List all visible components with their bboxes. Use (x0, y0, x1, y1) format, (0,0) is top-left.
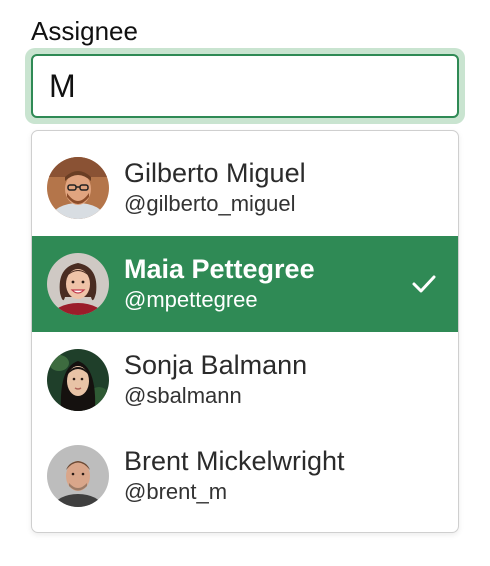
option-handle: @mpettegree (124, 287, 258, 312)
avatar (47, 157, 109, 219)
assignee-search-input[interactable] (33, 56, 457, 116)
option-name: Sonja Balmann (124, 350, 308, 380)
avatar (47, 445, 109, 507)
avatar (47, 253, 109, 315)
assignee-label: Assignee (31, 16, 138, 46)
option-sonja-balmann[interactable]: Sonja Balmann @sbalmann (32, 332, 458, 428)
option-handle: @sbalmann (124, 383, 242, 408)
option-handle: @gilberto_miguel (124, 191, 296, 216)
option-gilberto-miguel[interactable]: Gilberto Miguel @gilberto_miguel (32, 140, 458, 236)
option-brent-mickelwright[interactable]: Brent Mickelwright @brent_m (32, 428, 458, 524)
option-name: Gilberto Miguel (124, 158, 306, 188)
option-maia-pettegree[interactable]: Maia Pettegree @mpettegree (32, 236, 458, 332)
assignee-combobox[interactable] (31, 54, 459, 118)
option-handle: @brent_m (124, 479, 228, 504)
avatar (47, 349, 109, 411)
option-name: Brent Mickelwright (124, 446, 345, 476)
option-name: Maia Pettegree (124, 254, 315, 284)
assignee-listbox: Gilberto Miguel @gilberto_miguel Maia Pe… (31, 130, 459, 533)
checkmark-icon (412, 275, 436, 293)
